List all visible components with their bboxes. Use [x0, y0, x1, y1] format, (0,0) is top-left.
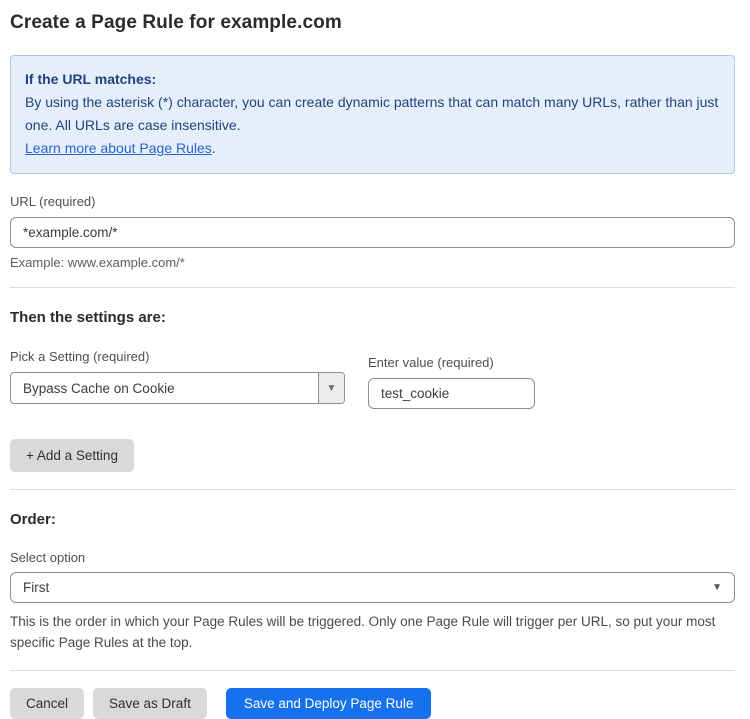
- footer-actions: Cancel Save as Draft Save and Deploy Pag…: [10, 688, 735, 719]
- setting-picker-column: Pick a Setting (required) Bypass Cache o…: [10, 349, 345, 409]
- page-title: Create a Page Rule for example.com: [10, 12, 735, 34]
- save-draft-button[interactable]: Save as Draft: [93, 688, 207, 719]
- setting-picker-label: Pick a Setting (required): [10, 349, 345, 364]
- chevron-down-icon: ▼: [712, 582, 722, 593]
- setting-dropdown[interactable]: Bypass Cache on Cookie ▼: [10, 372, 345, 404]
- divider: [10, 489, 735, 490]
- order-select[interactable]: First ▼: [10, 572, 735, 603]
- learn-more-link[interactable]: Learn more about Page Rules: [25, 140, 212, 156]
- divider: [10, 287, 735, 288]
- chevron-down-icon: ▼: [327, 383, 337, 394]
- info-box-body: By using the asterisk (*) character, you…: [25, 94, 718, 133]
- url-match-info-box: If the URL matches: By using the asteris…: [10, 55, 735, 174]
- settings-row: Pick a Setting (required) Bypass Cache o…: [10, 349, 735, 409]
- url-label: URL (required): [10, 194, 735, 209]
- divider: [10, 670, 735, 671]
- url-example-text: Example: www.example.com/*: [10, 255, 735, 270]
- cancel-button[interactable]: Cancel: [10, 688, 84, 719]
- order-section-heading: Order:: [10, 511, 735, 528]
- dropdown-arrow-button[interactable]: ▼: [318, 373, 344, 403]
- link-period: .: [212, 140, 216, 156]
- setting-value-input[interactable]: [368, 378, 535, 409]
- order-select-label: Select option: [10, 550, 735, 565]
- url-input[interactable]: [10, 217, 735, 248]
- add-setting-button[interactable]: + Add a Setting: [10, 439, 134, 472]
- order-select-value: First: [23, 580, 49, 595]
- order-helper-text: This is the order in which your Page Rul…: [10, 611, 730, 653]
- settings-section-heading: Then the settings are:: [10, 309, 735, 326]
- info-box-heading: If the URL matches:: [25, 68, 720, 91]
- setting-value-column: Enter value (required): [368, 349, 535, 409]
- setting-value-label: Enter value (required): [368, 355, 535, 370]
- setting-dropdown-value: Bypass Cache on Cookie: [11, 373, 318, 403]
- url-section: URL (required) Example: www.example.com/…: [10, 194, 735, 270]
- save-deploy-button[interactable]: Save and Deploy Page Rule: [226, 688, 432, 719]
